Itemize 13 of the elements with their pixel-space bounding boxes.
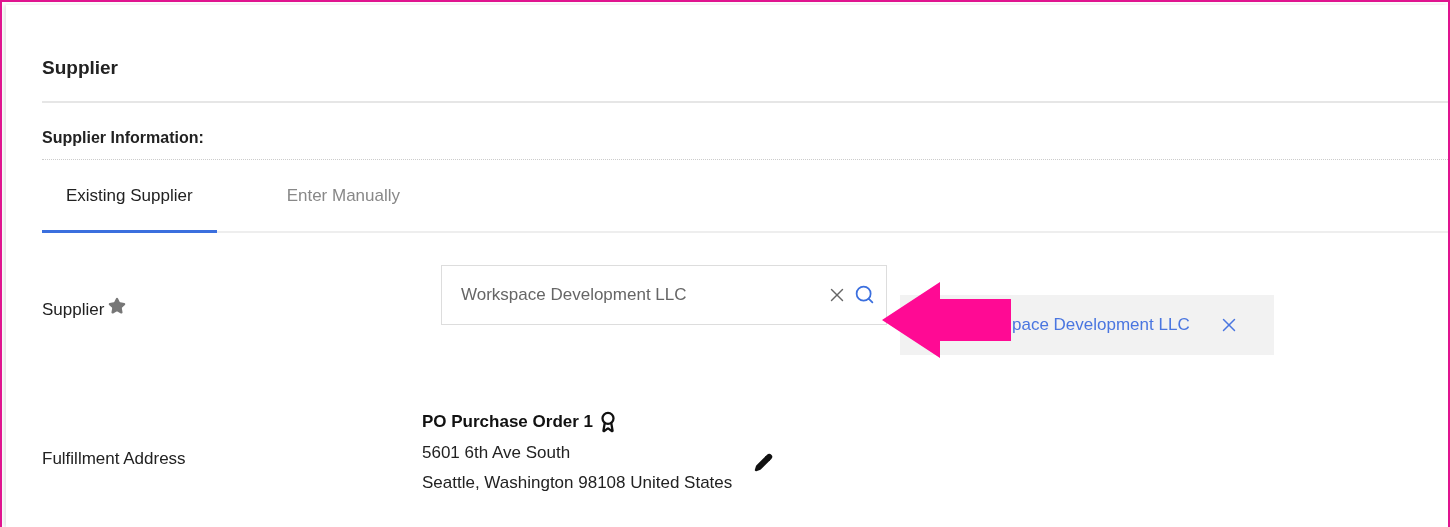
address-line: 5601 6th Ave South <box>422 443 572 463</box>
chip-label: pace Development LLC <box>1012 315 1190 335</box>
address-line: Seattle, Washington 98108 United States <box>422 473 733 493</box>
section-subtitle: Supplier Information: <box>42 128 205 148</box>
address-name: PO Purchase Order 1 <box>422 412 594 432</box>
tab[interactable]: Existing Supplier <box>42 186 217 233</box>
supplier-search-field[interactable]: Workspace Development LLC <box>441 265 887 325</box>
field-label: Supplier <box>42 300 105 320</box>
field-label: Fulfillment Address <box>42 449 187 469</box>
search-button[interactable] <box>854 284 875 306</box>
tab[interactable]: Enter Manually <box>262 186 424 233</box>
section-title: Supplier <box>42 56 119 80</box>
edit-button[interactable] <box>754 453 774 472</box>
